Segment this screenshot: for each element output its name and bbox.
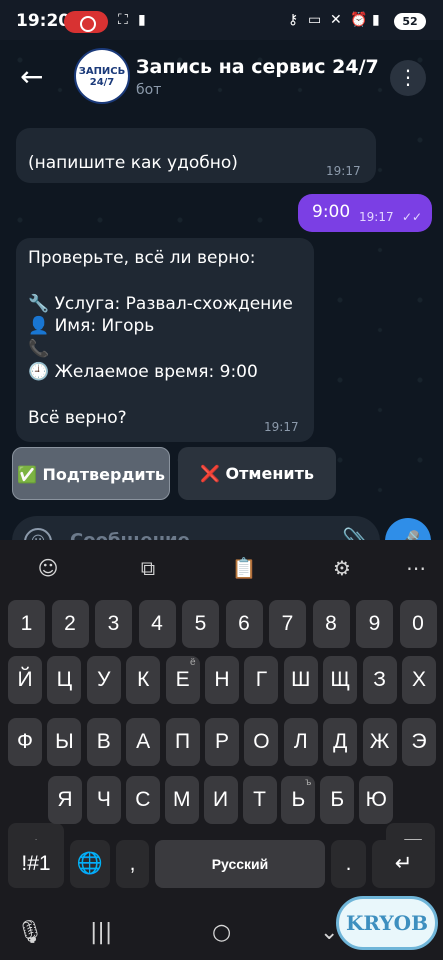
recents-icon[interactable]: ||| (90, 920, 112, 945)
message-time: 19:17 (264, 420, 299, 434)
symbols-key[interactable]: !#1 (8, 840, 64, 888)
message-bubble[interactable]: (напишите как удобно) 19:17 (16, 128, 376, 183)
watermark-logo: KRYOB (336, 896, 438, 950)
emoji-icon[interactable]: ☺ (24, 528, 52, 540)
key-4[interactable]: 4 (138, 600, 176, 648)
key-А[interactable]: А (126, 718, 161, 766)
key-3[interactable]: 3 (95, 600, 132, 648)
message-input-bar[interactable]: ☺ Сообщение 📎 (12, 516, 380, 540)
message-input[interactable]: Сообщение (70, 530, 190, 540)
outgoing-message-bubble[interactable]: 9:00 19:17 ✓✓ (298, 194, 432, 232)
key-0[interactable]: 0 (399, 600, 437, 648)
key-1[interactable]: 1 (8, 600, 45, 648)
cast-icon: ▭ (308, 12, 322, 28)
globe-key[interactable]: 🌐 (70, 840, 110, 888)
key-Н[interactable]: Н (205, 656, 239, 704)
key-Я[interactable]: Я (48, 776, 82, 824)
alarm-icon: ⏰ (350, 12, 368, 28)
confirmation-message-bubble[interactable]: Проверьте, всё ли верно: 🔧 Услуга: Разва… (16, 238, 314, 442)
key-8[interactable]: 8 (312, 600, 350, 648)
status-bar: 19:20 ⛶ ▮ ⚷ ▭ ✕ ⏰ ▮ 52 (0, 0, 443, 40)
message-text: (напишите как удобно) (28, 153, 238, 173)
key-hint: ъ (305, 777, 312, 788)
key-С[interactable]: С (125, 776, 160, 824)
key-И[interactable]: И (203, 776, 238, 824)
key-Е[interactable]: Её (165, 656, 200, 704)
signal-bars-icon: ▮ (372, 12, 380, 28)
key-7[interactable]: 7 (269, 600, 306, 648)
message-line: 📞 (28, 339, 50, 359)
battery-icon: 52 (394, 13, 426, 30)
key-М[interactable]: М (164, 776, 199, 824)
key-Б[interactable]: Б (320, 776, 355, 824)
key-5[interactable]: 5 (182, 600, 219, 648)
key-Ч[interactable]: Ч (86, 776, 121, 824)
key-Х[interactable]: Х (402, 656, 436, 704)
key-Ш[interactable]: Ш (283, 656, 318, 704)
key-П[interactable]: П (165, 718, 200, 766)
key-У[interactable]: У (86, 656, 121, 704)
clipboard-icon[interactable]: 📋 (226, 552, 262, 584)
status-time: 19:20 (16, 11, 71, 31)
key-Л[interactable]: Л (283, 718, 318, 766)
key-Ж[interactable]: Ж (362, 718, 397, 766)
key-Т[interactable]: Т (242, 776, 277, 824)
read-checks-icon: ✓✓ (402, 210, 423, 224)
key-Щ[interactable]: Щ (323, 656, 358, 704)
back-arrow-icon[interactable]: ← (20, 60, 43, 93)
key-Ц[interactable]: Ц (47, 656, 82, 704)
chat-area[interactable]: (напишите как удобно) 19:17 9:00 19:17 ✓… (0, 40, 443, 540)
period-key[interactable]: . (331, 840, 366, 888)
message-text: 9:00 (312, 202, 351, 222)
message-line: Всё верно? (28, 408, 127, 428)
space-key[interactable]: Русский (155, 840, 325, 888)
key-Д[interactable]: Д (323, 718, 358, 766)
key-2[interactable]: 2 (51, 600, 89, 648)
attach-icon[interactable]: 📎 (342, 528, 369, 540)
message-line: Проверьте, всё ли верно: (28, 248, 256, 268)
chat-title[interactable]: Запись на сервис 24/7 (136, 56, 379, 78)
chat-header: ← ЗАПИСЬ 24/7 Запись на сервис 24/7 бот … (0, 40, 443, 112)
key-hint: ё (190, 657, 196, 668)
bot-avatar[interactable]: ЗАПИСЬ 24/7 (74, 48, 130, 104)
confirm-button[interactable]: ✅ Подтвердить (12, 447, 170, 500)
key-6[interactable]: 6 (225, 600, 263, 648)
message-line: 🔧 Услуга: Развал-схождение (28, 294, 293, 314)
message-line: 👤 Имя: Игорь (28, 316, 155, 336)
enter-key[interactable]: ↵ (372, 840, 435, 888)
key-Й[interactable]: Й (8, 656, 42, 704)
key-Ю[interactable]: Ю (359, 776, 394, 824)
emoji-icon[interactable]: ☺ (30, 552, 66, 584)
key-icon: ⚷ (288, 12, 299, 28)
message-time: 19:17 (326, 164, 361, 178)
record-icon (64, 11, 108, 33)
cancel-button[interactable]: ❌ Отменить (178, 447, 336, 500)
key-К[interactable]: К (126, 656, 161, 704)
chat-subtitle: бот (136, 82, 162, 98)
keyboard: ☺ ⧉ 📋 ⚙ ⋯ ⇧ ⌫ !#1 🌐 , Русский . ↵ 123456… (0, 540, 443, 908)
key-9[interactable]: 9 (356, 600, 393, 648)
home-icon[interactable]: ○ (212, 920, 231, 945)
voice-input-icon[interactable]: 🎙 (16, 920, 44, 945)
key-О[interactable]: О (244, 718, 279, 766)
translate-icon[interactable]: ⧉ (130, 552, 166, 584)
key-Г[interactable]: Г (244, 656, 279, 704)
key-З[interactable]: З (362, 656, 397, 704)
key-Ь[interactable]: Ьъ (281, 776, 316, 824)
more-icon[interactable]: ⋯ (398, 552, 434, 584)
signal-icon: ▮ (138, 12, 146, 28)
mute-icon: ✕ (330, 12, 342, 28)
screenshot-icon: ⛶ (118, 12, 128, 28)
more-menu-icon[interactable]: ⋮ (390, 60, 426, 96)
key-Э[interactable]: Э (402, 718, 436, 766)
key-В[interactable]: В (86, 718, 121, 766)
message-line: 🕘 Желаемое время: 9:00 (28, 362, 258, 382)
message-time: 19:17 (359, 210, 394, 224)
key-Ы[interactable]: Ы (47, 718, 82, 766)
settings-icon[interactable]: ⚙ (324, 552, 360, 584)
comma-key[interactable]: , (116, 840, 149, 888)
key-Ф[interactable]: Ф (8, 718, 42, 766)
key-Р[interactable]: Р (205, 718, 239, 766)
